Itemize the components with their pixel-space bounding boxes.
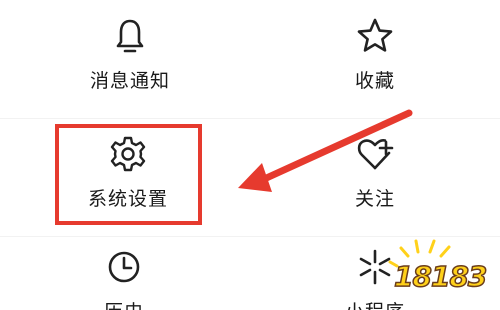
menu-item-label: 历史 [64,297,184,310]
clock-icon [108,251,140,283]
menu-item-label: 收藏 [354,70,395,92]
menu-item-notifications[interactable]: 消息通知 [70,16,190,93]
menu-item-label: 关注 [354,188,395,210]
menu-item-favorites[interactable]: 收藏 [315,16,435,93]
bell-icon [116,19,144,53]
menu-item-label: 系统设置 [87,188,168,210]
menu-item-label: 消息通知 [89,70,170,92]
menu-item-following[interactable]: 关注 [315,134,435,211]
row-divider [0,118,500,119]
menu-item-history[interactable]: 历史 [64,247,184,310]
star-icon [357,18,393,52]
menu-item-system-settings[interactable]: 系统设置 [68,134,188,211]
watermark-text: 18183 [393,259,488,294]
menu-grid: 消息通知 收藏 系统设置 关注 历史 [0,0,500,310]
gear-icon [110,136,146,172]
heart-plus-icon [357,139,394,170]
watermark-logo: 18183 [388,232,498,310]
